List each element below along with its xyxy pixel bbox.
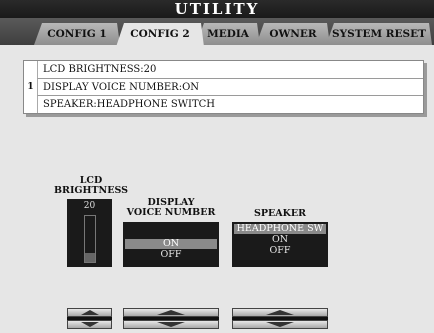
triangle-down-icon: [157, 322, 185, 327]
option-on[interactable]: ON: [125, 239, 217, 249]
display-voice-number-down-button[interactable]: [123, 320, 219, 329]
triangle-up-icon: [157, 310, 185, 315]
list-index: 1: [27, 82, 34, 92]
option-headphone-sw[interactable]: HEADPHONE SW: [234, 224, 326, 234]
tab-config-2[interactable]: CONFIG 2: [116, 23, 204, 47]
lcd-brightness-label-line2: BRIGHTNESS: [54, 185, 128, 196]
triangle-down-icon: [80, 322, 99, 327]
lcd-brightness-label: LCD BRIGHTNESS: [50, 176, 132, 196]
triangle-up-icon: [80, 310, 99, 315]
triangle-up-icon: [266, 310, 294, 315]
tab-strip: CONFIG 1 CONFIG 2 MEDIA OWNER SYSTEM RES…: [0, 18, 434, 45]
settings-list: 1 LCD BRIGHTNESS:20 DISPLAY VOICE NUMBER…: [23, 60, 424, 114]
option-off[interactable]: OFF: [125, 250, 217, 260]
screen-title: UTILITY: [0, 0, 434, 18]
list-item-speaker[interactable]: SPEAKER:HEADPHONE SWITCH: [37, 95, 423, 113]
display-voice-number-label: DISPLAY VOICE NUMBER: [120, 198, 222, 218]
lcd-brightness-up-button[interactable]: [67, 308, 112, 317]
tab-system-reset[interactable]: SYSTEM RESET: [326, 23, 432, 45]
display-voice-number-up-button[interactable]: [123, 308, 219, 317]
speaker-up-button[interactable]: [232, 308, 328, 317]
utility-screen: UTILITY CONFIG 1 CONFIG 2 MEDIA OWNER SY…: [0, 0, 434, 333]
speaker-label: SPEAKER: [253, 208, 306, 219]
speaker-list[interactable]: HEADPHONE SW ON OFF: [232, 222, 328, 267]
tab-config-1[interactable]: CONFIG 1: [34, 23, 120, 45]
lcd-brightness-value: 20: [83, 201, 96, 211]
speaker-down-button[interactable]: [232, 320, 328, 329]
lcd-brightness-down-button[interactable]: [67, 320, 112, 329]
lcd-brightness-slider[interactable]: 20: [67, 199, 112, 267]
list-item-lcd-brightness[interactable]: LCD BRIGHTNESS:20: [37, 61, 423, 78]
tab-owner[interactable]: OWNER: [256, 23, 330, 45]
display-voice-number-label-line2: VOICE NUMBER: [126, 207, 216, 218]
lcd-brightness-track[interactable]: [84, 215, 96, 263]
display-voice-number-list[interactable]: ON OFF: [123, 222, 219, 267]
option-off[interactable]: OFF: [234, 246, 326, 256]
option-on[interactable]: ON: [234, 235, 326, 245]
lcd-brightness-fill: [85, 252, 95, 262]
triangle-down-icon: [266, 322, 294, 327]
tab-media[interactable]: MEDIA: [196, 23, 260, 45]
list-item-display-voice-number[interactable]: DISPLAY VOICE NUMBER:ON: [37, 78, 423, 96]
